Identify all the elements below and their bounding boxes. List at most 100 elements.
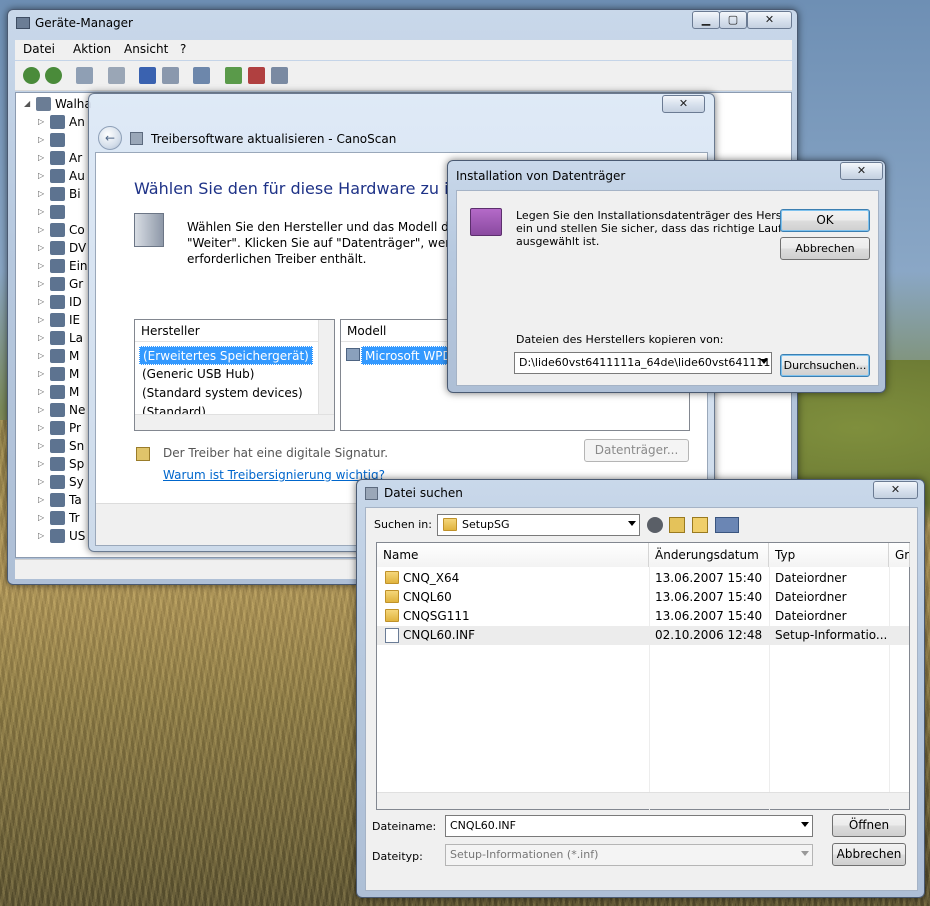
- menu-aktion[interactable]: Aktion: [73, 42, 111, 56]
- file-name: CNQSG111: [403, 609, 470, 623]
- expand-triangle-icon[interactable]: ▷: [38, 405, 44, 414]
- look-in-combo[interactable]: SetupSG: [437, 514, 640, 536]
- expand-triangle-icon[interactable]: ▷: [38, 225, 44, 234]
- device-category-icon: [50, 331, 65, 345]
- expand-triangle-icon[interactable]: ▷: [38, 387, 44, 396]
- menu-ansicht[interactable]: Ansicht: [124, 42, 168, 56]
- file-row[interactable]: CNQL60 13.06.2007 15:40 Dateiordner: [377, 588, 909, 607]
- browse-close-button[interactable]: ✕: [873, 481, 918, 499]
- expand-triangle-icon[interactable]: ▷: [38, 459, 44, 468]
- column-name[interactable]: Name: [377, 543, 649, 567]
- tree-item-label: Ne: [69, 403, 86, 417]
- manufacturer-item[interactable]: (Standard system devices): [139, 384, 306, 403]
- browse-button[interactable]: Durchsuchen...: [780, 354, 870, 377]
- tree-item-label: DV: [69, 241, 87, 255]
- filename-input[interactable]: CNQL60.INF: [445, 815, 813, 837]
- expand-triangle-icon[interactable]: ▷: [38, 171, 44, 180]
- collapse-triangle-icon[interactable]: ◢: [24, 99, 30, 108]
- new-folder-icon[interactable]: [692, 517, 708, 533]
- back-button-icon[interactable]: ←: [98, 126, 122, 150]
- device-manager-titlebar[interactable]: Geräte-Manager ▁ ▢ ✕: [8, 10, 797, 36]
- file-row[interactable]: CNQL60.INF 02.10.2006 12:48 Setup-Informat…: [377, 626, 909, 645]
- tree-item-label: Ta: [69, 493, 82, 507]
- expand-triangle-icon[interactable]: ▷: [38, 351, 44, 360]
- back-arrow-icon[interactable]: [23, 67, 40, 84]
- expand-triangle-icon[interactable]: ▷: [38, 189, 44, 198]
- manufacturer-hscroll[interactable]: [135, 414, 334, 430]
- up-folder-icon[interactable]: [669, 517, 685, 533]
- disable-icon[interactable]: [271, 67, 288, 84]
- views-icon[interactable]: [715, 517, 739, 533]
- expand-triangle-icon[interactable]: ▷: [38, 243, 44, 252]
- disk-title: Installation von Datenträger: [456, 169, 626, 183]
- device-category-icon: [50, 187, 65, 201]
- expand-triangle-icon[interactable]: ▷: [38, 135, 44, 144]
- menu-help[interactable]: ?: [180, 42, 186, 56]
- chevron-down-icon[interactable]: [760, 359, 768, 364]
- expand-triangle-icon[interactable]: ▷: [38, 441, 44, 450]
- back-icon[interactable]: [647, 517, 663, 533]
- forward-arrow-icon[interactable]: [45, 67, 62, 84]
- expand-triangle-icon[interactable]: ▷: [38, 117, 44, 126]
- expand-triangle-icon[interactable]: ▷: [38, 513, 44, 522]
- wizard-heading: Wählen Sie den für diese Hardware zu ins…: [134, 179, 493, 198]
- properties-icon[interactable]: [108, 67, 125, 84]
- path-combo[interactable]: D:\lide60vst6411111a_64de\lide60vst64111…: [514, 352, 772, 374]
- expand-triangle-icon[interactable]: ▷: [38, 261, 44, 270]
- model-item-selected[interactable]: Microsoft WPD: [361, 346, 451, 365]
- manufacturer-list[interactable]: Hersteller (Erweitertes Speichergerät) (…: [134, 319, 335, 431]
- maximize-button[interactable]: ▢: [719, 11, 747, 29]
- expand-triangle-icon[interactable]: ▷: [38, 153, 44, 162]
- chevron-down-icon[interactable]: [801, 822, 809, 827]
- ok-button[interactable]: OK: [780, 209, 870, 232]
- manufacturer-vscroll[interactable]: [318, 320, 334, 414]
- column-size[interactable]: Größ: [889, 543, 910, 567]
- cancel-button[interactable]: Abbrechen: [780, 237, 870, 260]
- file-row[interactable]: CNQ_X64 13.06.2007 15:40 Dateiordner: [377, 569, 909, 588]
- expand-triangle-icon[interactable]: ▷: [38, 297, 44, 306]
- signature-text: Der Treiber hat eine digitale Signatur.: [163, 446, 389, 460]
- expand-triangle-icon[interactable]: ▷: [38, 315, 44, 324]
- expand-triangle-icon[interactable]: ▷: [38, 477, 44, 486]
- tree-item-label: M: [69, 385, 80, 399]
- expand-triangle-icon[interactable]: ▷: [38, 207, 44, 216]
- help-icon[interactable]: [139, 67, 156, 84]
- uninstall-icon[interactable]: [248, 67, 265, 84]
- file-list-hscroll[interactable]: [377, 792, 909, 809]
- filetype-select[interactable]: Setup-Informationen (*.inf): [445, 844, 813, 866]
- file-row[interactable]: CNQSG111 13.06.2007 15:40 Dateiordner: [377, 607, 909, 626]
- device-category-icon: [50, 277, 65, 291]
- expand-triangle-icon[interactable]: ▷: [38, 333, 44, 342]
- manufacturer-item[interactable]: (Generic USB Hub): [139, 365, 257, 384]
- expand-triangle-icon[interactable]: ▷: [38, 369, 44, 378]
- column-type[interactable]: Typ: [769, 543, 889, 567]
- signature-link[interactable]: Warum ist Treibersignierung wichtig?: [163, 468, 385, 482]
- close-button[interactable]: ✕: [747, 11, 792, 29]
- manufacturer-item[interactable]: (Erweitertes Speichergerät): [139, 346, 313, 365]
- model-device-icon: [346, 348, 360, 361]
- open-button[interactable]: Öffnen: [832, 814, 906, 837]
- desc-line-3: erforderlichen Treiber enthält.: [187, 252, 367, 266]
- disk-close-button[interactable]: ✕: [840, 162, 883, 180]
- view-icon[interactable]: [162, 67, 179, 84]
- expand-triangle-icon[interactable]: ▷: [38, 495, 44, 504]
- disk-message-line-2: ein und stellen Sie sicher, dass das ric…: [516, 222, 809, 235]
- menu-datei[interactable]: Datei: [23, 42, 55, 56]
- update-driver-icon[interactable]: [225, 67, 242, 84]
- disk-button[interactable]: Datenträger...: [584, 439, 689, 462]
- desc-line-2: "Weiter". Klicken Sie auf "Datenträger",…: [187, 236, 483, 250]
- tree-item-label: Bi: [69, 187, 81, 201]
- wizard-title: Treibersoftware aktualisieren - CanoScan: [151, 132, 397, 146]
- expand-triangle-icon[interactable]: ▷: [38, 531, 44, 540]
- column-date[interactable]: Änderungsdatum: [649, 543, 769, 567]
- minimize-button[interactable]: ▁: [692, 11, 720, 29]
- browse-title: Datei suchen: [384, 486, 463, 500]
- console-tree-icon[interactable]: [76, 67, 93, 84]
- expand-triangle-icon[interactable]: ▷: [38, 279, 44, 288]
- scan-hardware-icon[interactable]: [193, 67, 210, 84]
- expand-triangle-icon[interactable]: ▷: [38, 423, 44, 432]
- device-category-icon: [50, 151, 65, 165]
- browse-cancel-button[interactable]: Abbrechen: [832, 843, 906, 866]
- wizard-close-button[interactable]: ✕: [662, 95, 705, 113]
- chevron-down-icon[interactable]: [628, 521, 636, 526]
